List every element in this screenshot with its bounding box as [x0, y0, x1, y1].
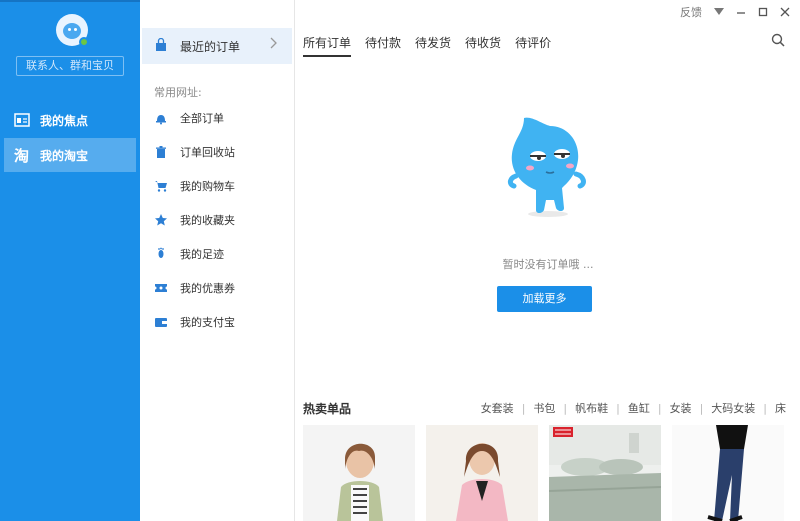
menu-item-label: 我的收藏夹: [180, 214, 235, 227]
category-link[interactable]: 书包: [533, 400, 555, 416]
trash-icon: [154, 145, 168, 159]
sidebar-item-taobao[interactable]: 淘 我的淘宝: [4, 138, 136, 172]
empty-message: 暂时没有订单哦 ...: [502, 258, 594, 271]
wallet-icon: [154, 315, 168, 329]
ticket-icon: [154, 281, 168, 295]
category-link[interactable]: 女套装: [481, 400, 514, 416]
category-link[interactable]: 女装: [670, 400, 692, 416]
left-sidebar: 联系人、群和宝贝 我的焦点 淘 我的淘宝: [0, 0, 140, 521]
menu-item-label: 我的购物车: [180, 180, 235, 193]
category-link[interactable]: 帆布鞋: [575, 400, 608, 416]
divider: |: [616, 401, 620, 415]
product-image: [426, 425, 538, 521]
hot-categories: 女套装 | 书包 | 帆布鞋 | 鱼缸 | 女装 | 大码女装 | 床: [481, 400, 786, 416]
menu-item-label: 我的支付宝: [180, 316, 235, 329]
menu-item-label: 订单回收站: [180, 146, 235, 159]
menu-item-coupons[interactable]: 我的优惠券: [154, 278, 235, 298]
menu-item-alipay[interactable]: 我的支付宝: [154, 312, 235, 332]
menu-item-all-orders[interactable]: 全部订单: [154, 108, 224, 128]
divider: |: [563, 401, 568, 415]
shopping-bag-icon: [154, 37, 168, 55]
divider: |: [699, 401, 704, 415]
product-image: [549, 425, 661, 521]
svg-text:淘: 淘: [14, 147, 29, 163]
sidebar-top-line: [0, 0, 140, 2]
recent-orders-item[interactable]: 最近的订单: [142, 28, 292, 64]
menu-item-cart[interactable]: 我的购物车: [154, 176, 235, 196]
cart-icon: [154, 179, 168, 193]
menu-item-footprints[interactable]: 我的足迹: [154, 244, 224, 264]
empty-state: 暂时没有订单哦 ...: [296, 0, 800, 400]
category-link[interactable]: 鱼缸: [628, 400, 650, 416]
footprint-icon: [154, 247, 168, 261]
common-links-title: 常用网址:: [154, 86, 202, 99]
recent-orders-label: 最近的订单: [180, 39, 241, 54]
menu-item-order-recycle[interactable]: 订单回收站: [154, 142, 235, 162]
product-image: [672, 425, 784, 521]
product-card[interactable]: [549, 425, 661, 521]
category-link[interactable]: 大码女装: [711, 400, 755, 416]
sidebar-item-label: 我的淘宝: [40, 148, 89, 163]
menu-item-label: 我的优惠券: [180, 282, 235, 295]
contact-search-input[interactable]: 联系人、群和宝贝: [16, 56, 124, 76]
focus-icon: [14, 112, 30, 128]
chevron-right-icon: [270, 37, 278, 53]
divider: |: [763, 401, 767, 415]
product-image: [303, 425, 415, 521]
taobao-icon: 淘: [14, 147, 30, 163]
hot-items-title: 热卖单品: [303, 402, 352, 416]
load-more-button[interactable]: 加载更多: [497, 286, 592, 312]
bell-icon: [154, 111, 168, 125]
product-card[interactable]: [303, 425, 415, 521]
divider: |: [521, 401, 526, 415]
menu-item-favorites[interactable]: 我的收藏夹: [154, 210, 235, 230]
product-card[interactable]: [672, 425, 784, 521]
menu-item-label: 全部订单: [180, 112, 224, 125]
menu-item-label: 我的足迹: [180, 248, 224, 261]
sidebar-item-focus[interactable]: 我的焦点: [4, 103, 136, 137]
order-menu-panel: 最近的订单 常用网址: 全部订单 订单回收站 我的购物车 我的收藏夹 我的足迹: [140, 0, 295, 521]
sidebar-item-label: 我的焦点: [40, 113, 89, 128]
product-card[interactable]: [426, 425, 538, 521]
divider: |: [657, 401, 662, 415]
avatar-eye: [68, 28, 71, 31]
avatar-eye: [74, 28, 77, 31]
star-icon: [154, 213, 168, 227]
online-status-dot: [79, 37, 89, 47]
avatar-face: [63, 23, 81, 39]
category-link[interactable]: 床: [775, 400, 786, 416]
